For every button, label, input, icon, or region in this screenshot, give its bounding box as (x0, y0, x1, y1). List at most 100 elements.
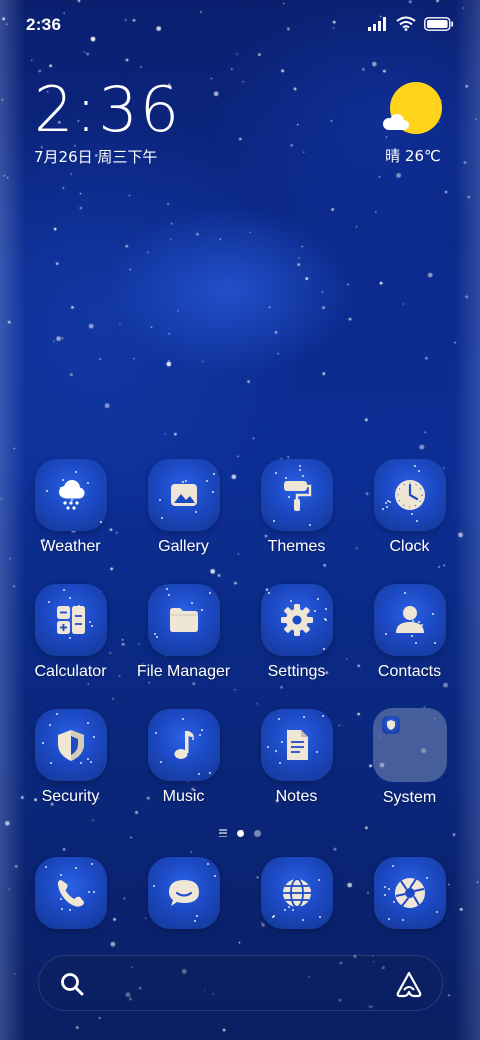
icon-sparkle (74, 867, 77, 869)
app-file-manager[interactable]: File Manager (127, 584, 240, 681)
icon-sparkle (153, 633, 156, 635)
icon-sparkle (384, 633, 387, 635)
search-bar[interactable] (38, 955, 443, 1011)
icon-sparkle (274, 472, 277, 474)
clock-widget[interactable]: 2:36 7月26日 周三下午 (34, 78, 181, 167)
dock-camera[interactable] (353, 857, 466, 929)
app-folder-system[interactable]: System (353, 708, 466, 807)
dock-messages[interactable] (127, 857, 240, 929)
icon-sparkle (403, 592, 406, 594)
shield-icon (34, 709, 107, 781)
icon-sparkle (415, 520, 418, 522)
icon-sparkle (431, 613, 434, 615)
icon-sparkle (401, 919, 404, 921)
app-notes[interactable]: Notes (240, 709, 353, 806)
page-indicator (0, 829, 480, 837)
icon-sparkle (298, 469, 301, 471)
document-icon (260, 709, 333, 781)
assistant-icon[interactable] (394, 969, 424, 999)
app-music[interactable]: Music (127, 709, 240, 806)
app-clock[interactable]: Clock (353, 459, 466, 556)
icon-sparkle (308, 524, 311, 526)
icon-sparkle (68, 597, 71, 599)
person-icon (373, 584, 446, 656)
icon-sparkle (386, 500, 389, 502)
app-label: Security (41, 788, 100, 805)
icon-sparkle (90, 863, 93, 865)
icon-sparkle (160, 517, 163, 519)
icon-sparkle (208, 772, 211, 774)
icon-sparkle (413, 465, 416, 467)
icon-sparkle (323, 618, 326, 620)
message-bubble-icon (147, 857, 220, 929)
icon-sparkle (433, 642, 436, 644)
menu-lines-icon[interactable] (219, 829, 227, 837)
app-settings[interactable]: Settings (240, 584, 353, 681)
icon-sparkle (277, 718, 280, 720)
icon-sparkle (435, 911, 438, 913)
app-contacts[interactable]: Contacts (353, 584, 466, 681)
icon-sparkle (195, 915, 198, 917)
icon-sparkle (208, 592, 211, 594)
folder-group-icon (372, 708, 447, 782)
icon-sparkle (417, 470, 420, 472)
page-dot-2[interactable] (254, 829, 261, 837)
icon-sparkle (410, 513, 413, 515)
globe-icon (260, 857, 333, 929)
icon-sparkle (165, 588, 168, 590)
app-weather[interactable]: Weather (14, 459, 127, 556)
icon-sparkle (212, 473, 215, 475)
gallery-image-icon (147, 459, 220, 531)
icon-sparkle (388, 501, 391, 503)
icon-sparkle (88, 621, 91, 623)
icon-sparkle (44, 866, 47, 868)
status-icons (368, 16, 454, 31)
app-themes[interactable]: Themes (240, 459, 353, 556)
app-gallery[interactable]: Gallery (127, 459, 240, 556)
page-dot-1[interactable] (237, 829, 244, 837)
dock-phone[interactable] (14, 857, 127, 929)
icon-sparkle (211, 491, 214, 493)
app-calculator[interactable]: Calculator (14, 584, 127, 681)
status-time: 2:36 (26, 15, 62, 34)
icon-sparkle (197, 773, 200, 775)
icon-sparkle (49, 762, 52, 764)
icon-sparkle (414, 642, 417, 644)
icon-sparkle (387, 918, 390, 920)
icon-sparkle (302, 716, 305, 718)
calculator-icon (34, 584, 107, 656)
icon-sparkle (274, 750, 277, 752)
icon-sparkle (387, 888, 390, 890)
music-note-icon (147, 709, 220, 781)
icon-sparkle (62, 589, 65, 591)
battery-icon (424, 16, 454, 31)
icon-sparkle (206, 863, 209, 865)
icon-sparkle (298, 465, 301, 467)
app-security[interactable]: Security (14, 709, 127, 806)
icon-sparkle (205, 480, 208, 482)
icon-sparkle (383, 886, 386, 888)
app-label: Themes (267, 538, 326, 555)
icon-sparkle (167, 594, 170, 596)
icon-sparkle (92, 736, 95, 738)
signal-icon (368, 16, 386, 31)
search-icon[interactable] (59, 971, 85, 997)
app-label: System (382, 789, 437, 806)
app-label: Notes (275, 788, 318, 805)
folder-mini-app-icon (381, 716, 400, 734)
icon-sparkle (316, 598, 319, 600)
app-label: Calculator (34, 663, 107, 680)
icon-sparkle (193, 920, 196, 922)
icon-sparkle (266, 746, 269, 748)
icon-sparkle (272, 915, 275, 917)
dock-browser[interactable] (240, 857, 353, 929)
status-bar: 2:36 (0, 0, 480, 52)
icon-sparkle (317, 879, 320, 881)
icon-sparkle (385, 506, 388, 508)
icon-sparkle (383, 894, 386, 896)
icon-sparkle (74, 471, 77, 473)
icon-sparkle (315, 751, 318, 753)
clock-widget-time: 2:36 (34, 73, 182, 146)
icon-sparkle (155, 636, 158, 638)
paint-roller-icon (260, 459, 333, 531)
